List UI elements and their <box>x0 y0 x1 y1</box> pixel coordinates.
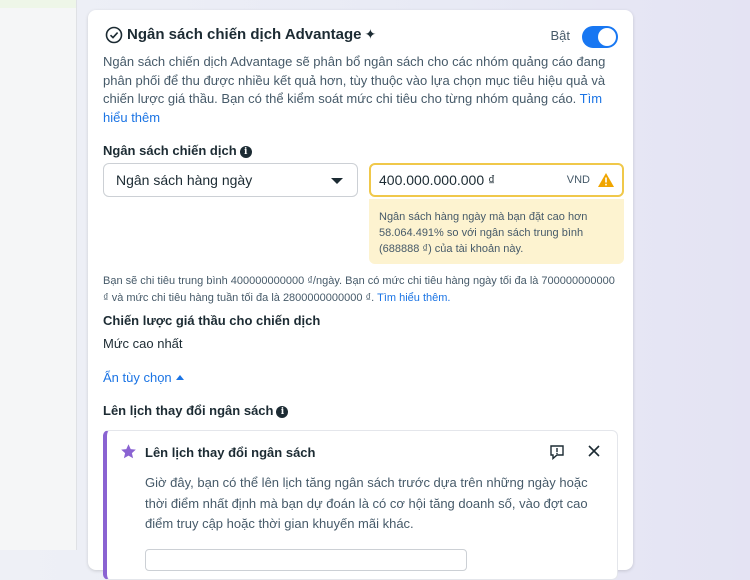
bid-strategy-label: Chiến lược giá thầu cho chiến dịch <box>103 313 321 328</box>
spend-note: Bạn sẽ chi tiêu trung bình 400000000000 … <box>103 273 623 307</box>
caret-up-icon <box>175 375 184 380</box>
notice-action-stub[interactable] <box>145 549 467 571</box>
star-icon <box>121 444 136 459</box>
info-icon[interactable]: i <box>239 146 252 158</box>
spend-learn-more-link[interactable]: Tìm hiểu thêm. <box>377 292 450 304</box>
budget-label-text: Ngân sách chiến dịch <box>103 143 237 158</box>
hide-options-link[interactable]: Ẩn tùy chọn <box>103 370 184 385</box>
hide-options-text: Ẩn tùy chọn <box>103 370 172 385</box>
budget-type-value: Ngân sách hàng ngày <box>116 172 253 188</box>
spend-note-text: Bạn sẽ chi tiêu trung bình 400000000000 … <box>103 275 615 304</box>
check-circle-icon <box>105 26 123 44</box>
left-panel-highlight <box>0 0 76 8</box>
advantage-budget-toggle[interactable] <box>582 26 618 48</box>
description-text: Ngân sách chiến dịch Advantage sẽ phân b… <box>103 54 606 106</box>
schedule-notice: Lên lịch thay đổi ngân sách Giờ đây, bạn… <box>103 430 618 580</box>
budget-amount-value: 400.000.000.000 ₫ <box>379 172 496 188</box>
close-icon[interactable] <box>587 444 601 458</box>
info-icon[interactable]: i <box>276 406 289 418</box>
toggle-label: Bật <box>550 28 570 43</box>
description: Ngân sách chiến dịch Advantage sẽ phân b… <box>103 53 613 127</box>
advantage-budget-card: Ngân sách chiến dịch Advantage ✦ Bật Ngân… <box>88 10 633 580</box>
notice-title: Lên lịch thay đổi ngân sách <box>145 445 316 460</box>
sparkle-icon: ✦ <box>364 26 377 42</box>
left-panel <box>0 0 77 550</box>
feedback-icon[interactable] <box>549 444 565 460</box>
budget-type-select[interactable]: Ngân sách hàng ngày <box>103 163 358 197</box>
budget-amount-input[interactable]: 400.000.000.000 ₫ VND <box>369 163 624 197</box>
schedule-label: Lên lịch thay đổi ngân sách i <box>103 403 289 418</box>
budget-warning: Ngân sách hàng ngày mà bạn đặt cao hơn 5… <box>369 199 624 264</box>
toggle-knob <box>598 28 616 46</box>
card-title: Ngân sách chiến dịch Advantage ✦ <box>127 26 376 43</box>
currency-label: VND <box>566 174 590 186</box>
card-header: Ngân sách chiến dịch Advantage ✦ Bật <box>103 26 618 48</box>
card-title-text: Ngân sách chiến dịch Advantage <box>127 26 362 43</box>
bid-strategy-value: Mức cao nhất <box>103 336 183 351</box>
chevron-down-icon <box>331 178 343 184</box>
warning-icon <box>598 173 614 187</box>
schedule-label-text: Lên lịch thay đổi ngân sách <box>103 403 274 418</box>
notice-body: Giờ đây, bạn có thể lên lịch tăng ngân s… <box>145 475 588 531</box>
budget-label: Ngân sách chiến dịch i <box>103 143 252 158</box>
